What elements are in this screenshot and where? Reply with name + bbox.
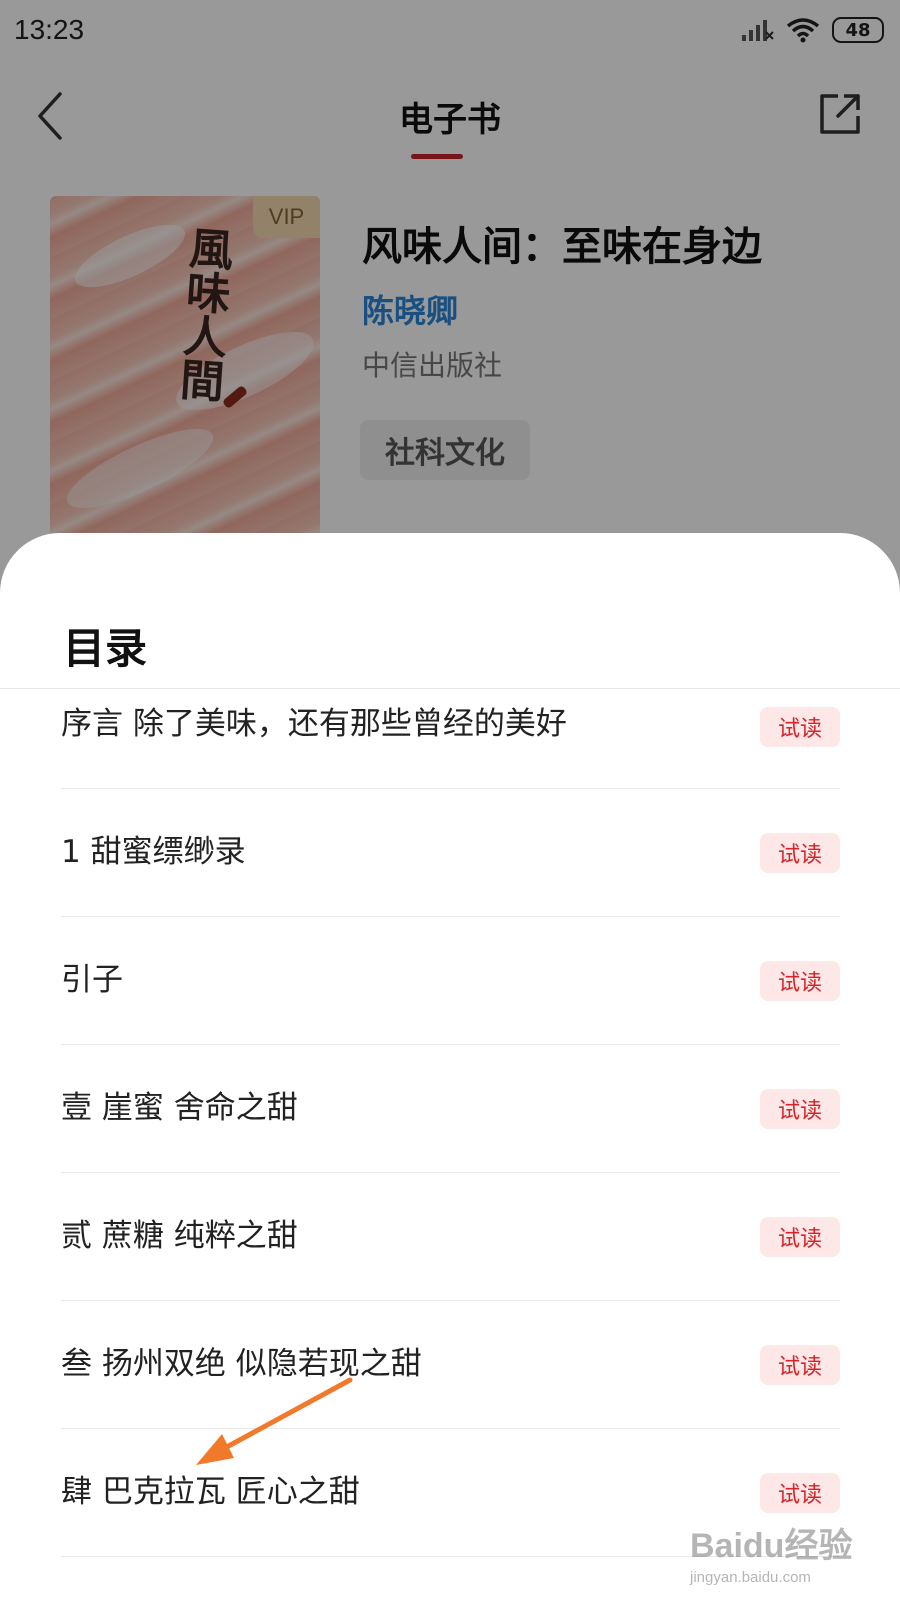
toc-bottom-sheet: 目录 序言 除了美味，还有那些曾经的美好 试读 1 甜蜜缥缈录 试读 引子 试读… [0,533,900,1600]
toc-item[interactable]: 引子 试读 [0,917,900,1045]
watermark-logo: Baidu经验 [690,1527,853,1565]
toc-item-label: 壹 崖蜜 舍命之甜 [61,1090,298,1126]
toc-item-label: 1 甜蜜缥缈录 [61,834,246,870]
trial-read-button[interactable]: 试读 [760,961,840,1001]
trial-read-button[interactable]: 试读 [760,833,840,873]
toc-item-label: 叁 扬州双绝 似隐若现之甜 [61,1346,422,1382]
toc-item[interactable]: 壹 崖蜜 舍命之甜 试读 [0,1045,900,1173]
trial-read-button[interactable]: 试读 [760,1089,840,1129]
toc-item[interactable]: 贰 蔗糖 纯粹之甜 试读 [0,1173,900,1301]
toc-item[interactable]: 叁 扬州双绝 似隐若现之甜 试读 [0,1301,900,1429]
trial-read-button[interactable]: 试读 [760,1473,840,1513]
watermark-url: jingyan.baidu.com [690,1569,811,1586]
trial-read-button[interactable]: 试读 [760,1345,840,1385]
toc-title: 目录 [63,624,148,673]
toc-item[interactable]: 序言 除了美味，还有那些曾经的美好 试读 [0,688,900,789]
watermark: Baidu经验 jingyan.baidu.com [690,1518,852,1586]
toc-item-label: 肆 巴克拉瓦 匠心之甜 [61,1474,360,1510]
toc-item-label: 序言 除了美味，还有那些曾经的美好 [61,706,567,742]
toc-item-label: 贰 蔗糖 纯粹之甜 [61,1218,298,1254]
toc-item-label: 引子 [61,962,123,998]
trial-read-button[interactable]: 试读 [760,1217,840,1257]
toc-list: 序言 除了美味，还有那些曾经的美好 试读 1 甜蜜缥缈录 试读 引子 试读 壹 … [0,688,900,1557]
trial-read-button[interactable]: 试读 [760,707,840,747]
toc-item[interactable]: 1 甜蜜缥缈录 试读 [0,789,900,917]
